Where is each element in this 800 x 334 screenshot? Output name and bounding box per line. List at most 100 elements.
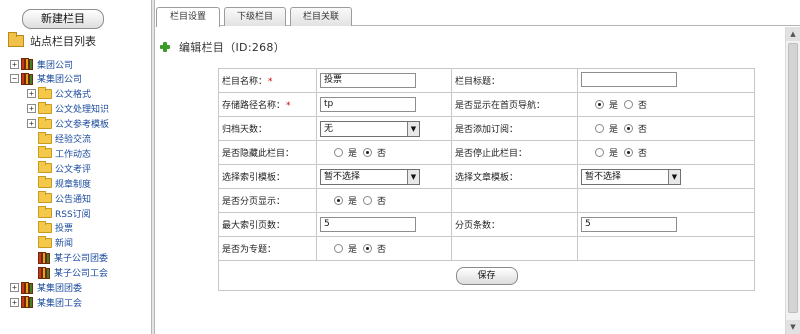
chevron-down-icon[interactable]: ▼: [407, 121, 419, 136]
field-cell: 是 否: [577, 140, 755, 165]
tree-item-label[interactable]: 公告通知: [55, 192, 91, 205]
stop-yes-radio[interactable]: 是: [595, 146, 618, 159]
tree-item[interactable]: + 集团公司: [10, 57, 73, 71]
field-label: 归档天数：: [218, 116, 317, 141]
tab-sub-columns[interactable]: 下级栏目: [224, 7, 286, 26]
folder-icon: [38, 206, 52, 218]
stop-no-radio[interactable]: 否: [624, 146, 647, 159]
tree-item[interactable]: 公告通知: [27, 191, 91, 205]
topic-no-radio[interactable]: 否: [363, 242, 386, 255]
folder-icon: [38, 101, 52, 114]
folder-icon: [38, 146, 52, 159]
tab-column-links[interactable]: 栏目关联: [290, 7, 352, 26]
tree-item-label[interactable]: 某子公司工会: [54, 266, 108, 279]
tree-item[interactable]: − 某集团公司: [10, 72, 82, 86]
expand-icon[interactable]: +: [10, 297, 19, 307]
show-nav-no-radio[interactable]: 否: [624, 98, 647, 111]
paging-radio-group: 是 否: [334, 194, 386, 207]
field-cell: 是 否: [316, 188, 452, 213]
form-actions-row: 保存: [218, 260, 755, 291]
topic-yes-radio[interactable]: 是: [334, 242, 357, 255]
tab-column-settings[interactable]: 栏目设置: [156, 7, 220, 27]
tab-bar: 栏目设置 下级栏目 栏目关联: [156, 0, 800, 27]
tree-item[interactable]: 新闻: [27, 235, 73, 250]
tree-item[interactable]: + 某集团工会: [10, 295, 82, 309]
tree-item-label[interactable]: 规章制度: [55, 177, 91, 190]
column-name-input[interactable]: 投票: [320, 73, 416, 88]
tree-item-label[interactable]: 集团公司: [37, 58, 73, 71]
folder-icon: [38, 116, 52, 129]
field-cell: 暂不选择 ▼: [316, 164, 452, 189]
paging-no-radio[interactable]: 否: [363, 194, 386, 207]
tree-item-label[interactable]: 公文处理知识: [55, 102, 109, 115]
tree-item-label[interactable]: 某集团团委: [37, 281, 82, 294]
tree-item-label[interactable]: 投票: [55, 221, 73, 234]
panel-splitter[interactable]: [152, 0, 155, 334]
tree-item[interactable]: 工作动态: [27, 146, 91, 160]
page-size-input[interactable]: 5: [581, 217, 677, 232]
archive-days-select[interactable]: 无 ▼: [320, 120, 420, 137]
panel-heading: 编辑栏目（ID:268）: [160, 40, 285, 54]
save-button[interactable]: 保存: [455, 266, 518, 285]
show-nav-yes-radio[interactable]: 是: [595, 98, 618, 111]
field-cell: [577, 68, 755, 93]
tree-item[interactable]: 公文考评: [27, 161, 91, 175]
chevron-down-icon[interactable]: ▼: [668, 169, 680, 184]
field-cell: [577, 188, 755, 213]
tree-item[interactable]: + 公文格式: [27, 86, 91, 101]
hide-no-radio[interactable]: 否: [363, 146, 386, 159]
column-title-input[interactable]: [581, 71, 677, 87]
field-label: 是否隐藏此栏目：: [218, 140, 317, 165]
expand-icon[interactable]: +: [27, 119, 36, 129]
tree-item-label[interactable]: 某子公司团委: [54, 251, 108, 264]
tree-item[interactable]: + 公文参考模板: [27, 116, 109, 131]
tree-item[interactable]: + 公文处理知识: [27, 101, 109, 116]
open-folder-icon: [8, 32, 24, 47]
tree-item-label[interactable]: RSS订阅: [55, 207, 91, 220]
scrollbar-thumb[interactable]: [788, 43, 798, 313]
expand-icon[interactable]: +: [27, 104, 36, 114]
collapse-icon[interactable]: −: [10, 74, 19, 84]
subscribe-yes-radio[interactable]: 是: [595, 122, 618, 135]
new-column-button[interactable]: 新建栏目: [22, 9, 104, 29]
tree-item-label[interactable]: 公文参考模板: [55, 117, 109, 130]
index-template-select[interactable]: 暂不选择 ▼: [320, 168, 420, 185]
tree-item-label[interactable]: 工作动态: [55, 147, 91, 160]
max-index-pages-input[interactable]: 5: [320, 217, 416, 232]
required-mark: *: [286, 101, 291, 111]
form-row: 是否隐藏此栏目： 是 否 是否停止此栏目： 是 否: [218, 140, 755, 165]
tree-item[interactable]: 某子公司工会: [27, 266, 108, 280]
expand-icon[interactable]: +: [27, 89, 36, 99]
tree-item[interactable]: RSS订阅: [27, 206, 91, 220]
storage-path-input[interactable]: tp: [320, 97, 416, 112]
tree-item-label[interactable]: 某集团公司: [37, 72, 82, 85]
scroll-up-icon[interactable]: ▲: [786, 27, 800, 41]
vertical-scrollbar[interactable]: ▲ ▼: [785, 27, 800, 334]
folder-icon: [38, 235, 52, 248]
hide-yes-radio[interactable]: 是: [334, 146, 357, 159]
tree-item[interactable]: + 某集团团委: [10, 281, 82, 295]
tree-item-label[interactable]: 经验交流: [55, 132, 91, 145]
expand-icon[interactable]: +: [10, 59, 19, 69]
tree-item[interactable]: 规章制度: [27, 176, 91, 190]
form-row: 选择索引模板： 暂不选择 ▼ 选择文章模板： 暂不选择 ▼: [218, 164, 755, 189]
tree-item[interactable]: 经验交流: [27, 131, 91, 146]
tree-root[interactable]: 站点栏目列表: [8, 32, 96, 49]
expand-icon[interactable]: +: [10, 283, 19, 292]
field-label: 存储路径名称：*: [218, 92, 317, 117]
tree-item[interactable]: 投票: [27, 220, 73, 235]
article-template-select[interactable]: 暂不选择 ▼: [581, 168, 681, 185]
chevron-down-icon[interactable]: ▼: [407, 169, 419, 184]
tree-item-label[interactable]: 公文考评: [55, 162, 91, 175]
books-icon: [21, 72, 35, 85]
field-label: 栏目标题：: [451, 68, 578, 93]
scroll-down-icon[interactable]: ▼: [786, 320, 800, 334]
tree-item[interactable]: 某子公司团委: [27, 251, 108, 265]
field-cell: 5: [316, 212, 452, 237]
tree-item-label[interactable]: 新闻: [55, 236, 73, 249]
paging-yes-radio[interactable]: 是: [334, 194, 357, 207]
tree-item-label[interactable]: 某集团工会: [37, 296, 82, 309]
subscribe-no-radio[interactable]: 否: [624, 122, 647, 135]
show-nav-radio-group: 是 否: [595, 98, 647, 111]
tree-item-label[interactable]: 公文格式: [55, 87, 91, 100]
